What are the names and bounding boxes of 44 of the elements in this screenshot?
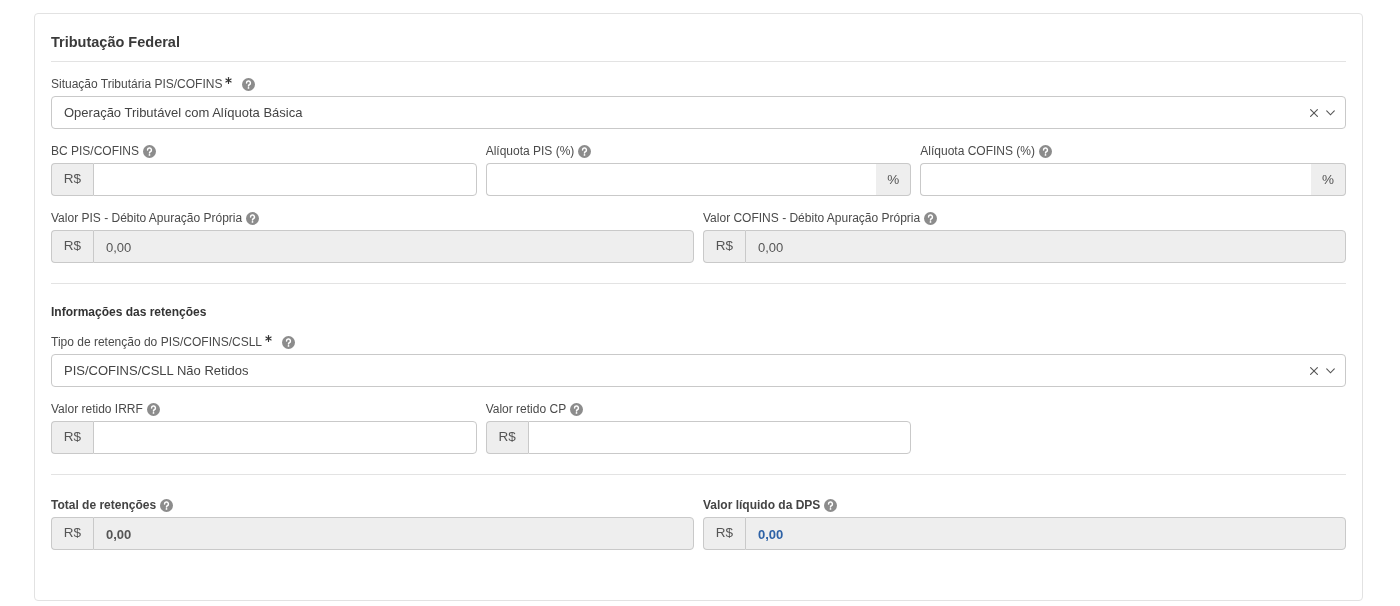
clear-icon[interactable] bbox=[1310, 108, 1318, 117]
currency-prefix: R$ bbox=[51, 421, 93, 454]
chevron-down-icon[interactable] bbox=[1326, 109, 1335, 116]
field-label: Valor retido CP bbox=[485, 401, 567, 418]
input-field[interactable]: 0,00 bbox=[745, 517, 1346, 550]
currency-prefix: R$ bbox=[703, 517, 745, 550]
field-label: Situação Tributária PIS/COFINS bbox=[51, 76, 223, 93]
help-icon[interactable] bbox=[246, 212, 260, 225]
help-icon[interactable] bbox=[924, 212, 938, 225]
input-field[interactable] bbox=[93, 163, 477, 196]
input-field[interactable]: 0,00 bbox=[93, 230, 694, 263]
section-title: Tributação Federal bbox=[51, 14, 1346, 62]
select-field[interactable]: Operação Tributável com Alíquota Básica bbox=[51, 96, 1346, 129]
field-label: Valor líquido da DPS bbox=[703, 497, 821, 514]
section-heading: Informações das retenções bbox=[51, 304, 207, 321]
help-icon[interactable] bbox=[824, 499, 838, 512]
currency-prefix: R$ bbox=[703, 230, 745, 263]
select-field[interactable]: PIS/COFINS/CSLL Não Retidos bbox=[51, 354, 1346, 387]
help-icon[interactable] bbox=[282, 336, 295, 349]
clear-icon[interactable] bbox=[1310, 366, 1318, 375]
currency-prefix: R$ bbox=[51, 230, 93, 263]
input-field[interactable]: 0,00 bbox=[745, 230, 1346, 263]
field-label: Valor COFINS - Débito Apuração Própria bbox=[703, 210, 921, 227]
input-field[interactable]: 0,00 bbox=[93, 517, 694, 550]
help-icon[interactable] bbox=[146, 403, 160, 416]
field-label: Tipo de retenção do PIS/COFINS/CSLL bbox=[51, 334, 262, 351]
field-label: Valor retido IRRF bbox=[51, 401, 143, 418]
field-label: Alíquota PIS (%) bbox=[485, 143, 575, 160]
currency-prefix: R$ bbox=[51, 163, 93, 196]
help-icon[interactable] bbox=[1039, 145, 1053, 158]
currency-prefix: R$ bbox=[485, 421, 528, 454]
input-field[interactable] bbox=[93, 421, 477, 454]
field-label: BC PIS/COFINS bbox=[51, 143, 139, 160]
help-icon[interactable] bbox=[242, 78, 256, 91]
chevron-down-icon[interactable] bbox=[1326, 367, 1335, 374]
field-label: Alíquota COFINS (%) bbox=[920, 143, 1036, 160]
field-label: Total de retenções bbox=[51, 497, 157, 514]
help-icon[interactable] bbox=[570, 403, 584, 416]
help-icon[interactable] bbox=[160, 499, 174, 512]
field-label: Valor PIS - Débito Apuração Própria bbox=[51, 210, 243, 227]
help-icon[interactable] bbox=[578, 145, 592, 158]
help-icon[interactable] bbox=[143, 145, 156, 158]
input-field[interactable] bbox=[527, 421, 912, 454]
currency-prefix: R$ bbox=[51, 517, 93, 550]
